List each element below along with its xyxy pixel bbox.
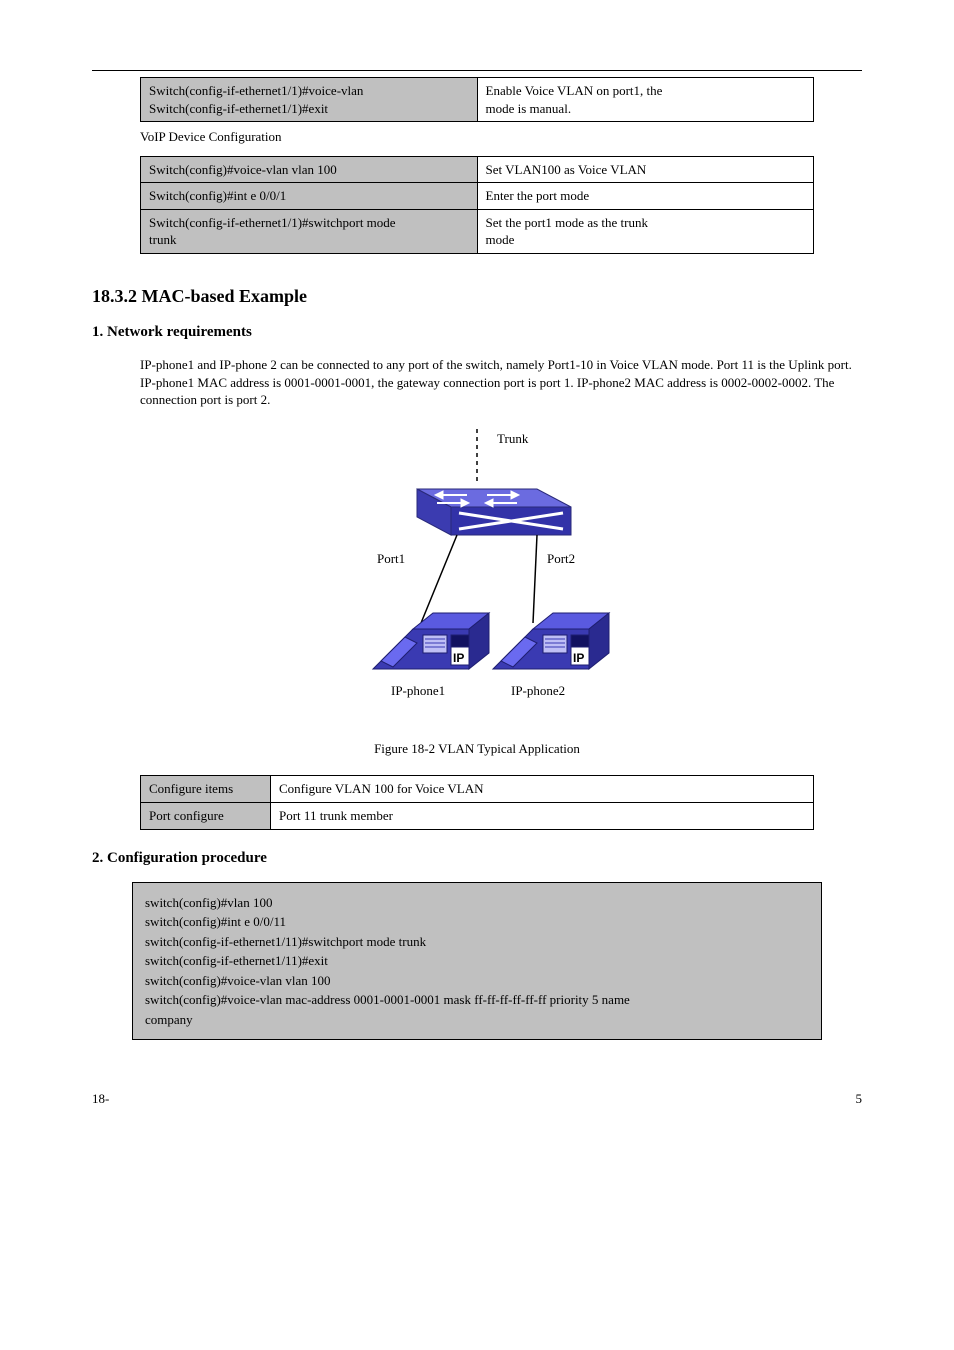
top-rule [92,70,862,71]
table-row: Switch(config-if-ethernet1/1)#switchport… [141,209,814,253]
cell-text: Switch(config-if-ethernet1/1)#switchport… [149,215,396,230]
code-line: switch(config)#vlan 100 [145,895,272,910]
table-row: Configure items Configure VLAN 100 for V… [141,776,814,803]
subsection-heading: 1. Network requirements [92,322,862,342]
ip-phone-icon: IP [373,613,489,669]
link-port2 [533,535,537,623]
footer-left: 18- [92,1090,109,1108]
table1-right: Enable Voice VLAN on port1, the mode is … [477,78,814,122]
cell-text: trunk [149,232,176,247]
code-line: switch(config)#voice-vlan mac-address 00… [145,992,630,1007]
cell-text: Enable Voice VLAN on port1, the [486,83,663,98]
code-line: switch(config-if-ethernet1/11)#exit [145,953,328,968]
cell-text: Switch(config-if-ethernet1/1)#voice-vlan [149,83,363,98]
ip-phone-icon: IP [493,613,609,669]
figure-caption: Figure 18-2 VLAN Typical Application [92,740,862,758]
table3-wrap: Configure items Configure VLAN 100 for V… [140,775,814,829]
table2-wrap: Switch(config)#voice-vlan vlan 100 Set V… [140,156,814,254]
table1-left: Switch(config-if-ethernet1/1)#voice-vlan… [141,78,478,122]
table3-r2-left: Port configure [141,803,271,830]
paragraph: IP-phone1 and IP-phone 2 can be connecte… [140,356,862,409]
table-row: Switch(config)#voice-vlan vlan 100 Set V… [141,156,814,183]
table1-wrap: Switch(config-if-ethernet1/1)#voice-vlan… [140,77,814,122]
table1: Switch(config-if-ethernet1/1)#voice-vlan… [140,77,814,122]
table3-r1-right: Configure VLAN 100 for Voice VLAN [271,776,814,803]
section-heading: 18.3.2 MAC-based Example [92,284,862,308]
table2-r3-right: Set the port1 mode as the trunk mode [477,209,814,253]
cell-text: mode [486,232,515,247]
table2-r2-left: Switch(config)#int e 0/0/1 [141,183,478,210]
code-line: switch(config-if-ethernet1/11)#switchpor… [145,934,426,949]
table2: Switch(config)#voice-vlan vlan 100 Set V… [140,156,814,254]
port-label: Port2 [547,551,575,566]
table-row: Switch(config)#int e 0/0/1 Enter the por… [141,183,814,210]
page-footer: 18- 5 [92,1090,862,1108]
network-diagram: Trunk [92,423,862,730]
ip-badge: IP [573,651,584,665]
table-row: Port configure Port 11 trunk member [141,803,814,830]
trunk-label: Trunk [497,431,529,446]
cell-text: Switch(config-if-ethernet1/1)#exit [149,101,328,116]
subsection-heading-2: 2. Configuration procedure [92,848,862,868]
port-label: Port1 [377,551,405,566]
table2-r1-left: Switch(config)#voice-vlan vlan 100 [141,156,478,183]
phone-label: IP-phone1 [391,683,445,698]
code-block: switch(config)#vlan 100 switch(config)#i… [132,882,822,1041]
link-port1 [421,535,457,623]
footer-right: 5 [856,1090,863,1108]
phone-label: IP-phone2 [511,683,565,698]
table2-r2-right: Enter the port mode [477,183,814,210]
table3-r2-right: Port 11 trunk member [271,803,814,830]
code-line: company [145,1012,193,1027]
table-row: Switch(config-if-ethernet1/1)#voice-vlan… [141,78,814,122]
diagram-svg: Trunk [317,423,637,723]
cell-text: mode is manual. [486,101,572,116]
code-content: switch(config)#vlan 100 switch(config)#i… [133,882,822,1040]
switch-icon [417,489,571,535]
table2-r1-right: Set VLAN100 as Voice VLAN [477,156,814,183]
cell-text: Set the port1 mode as the trunk [486,215,648,230]
table3: Configure items Configure VLAN 100 for V… [140,775,814,829]
code-line: switch(config)#voice-vlan vlan 100 [145,973,331,988]
table3-r1-left: Configure items [141,776,271,803]
table2-r3-left: Switch(config-if-ethernet1/1)#switchport… [141,209,478,253]
section-note: VoIP Device Configuration [140,128,814,146]
code-line: switch(config)#int e 0/0/11 [145,914,286,929]
ip-badge: IP [453,651,464,665]
